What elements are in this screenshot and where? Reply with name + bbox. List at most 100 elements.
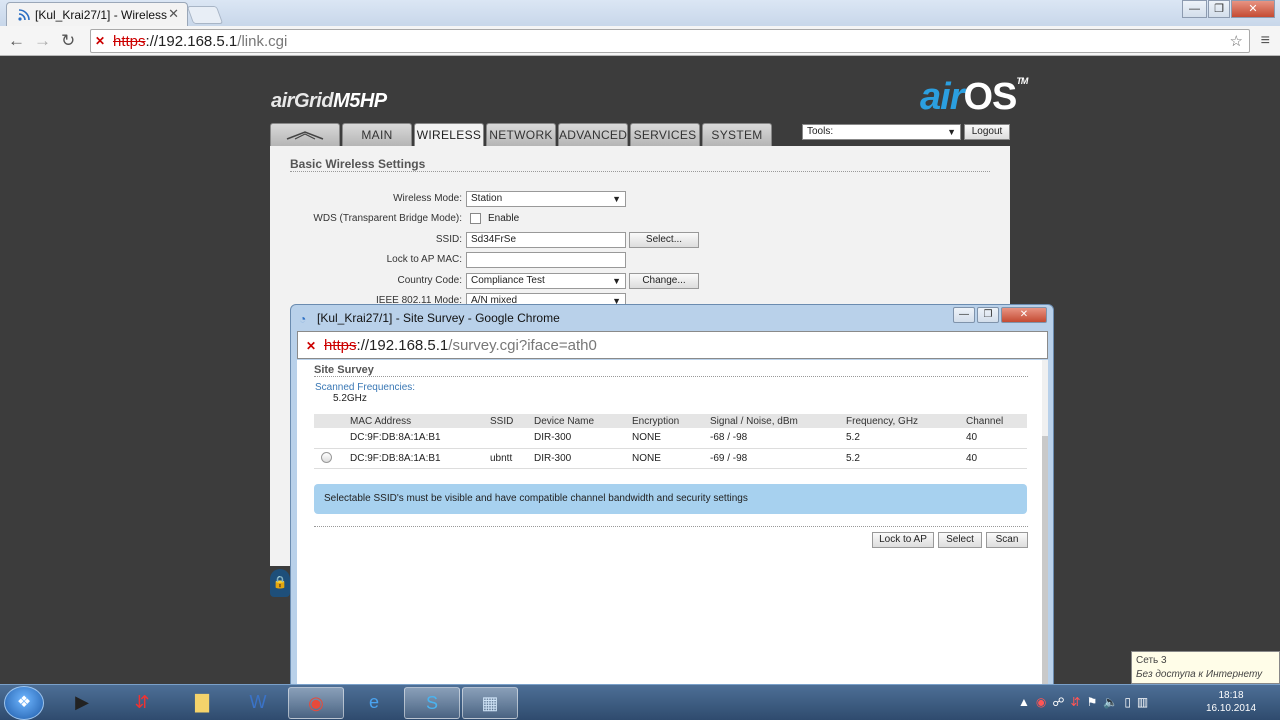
scanned-frequencies-label: Scanned Frequencies: [315,382,416,393]
lock-ap-mac-input[interactable] [466,252,626,268]
internet-explorer-icon[interactable]: e [346,687,402,719]
wireless-mode-label: Wireless Mode: [393,193,462,204]
tools-select[interactable]: Tools: ▼ [802,124,961,140]
forward-arrow-icon[interactable]: → [34,31,51,51]
logout-button[interactable]: Logout [964,124,1010,140]
maximize-button[interactable]: ❐ [1208,0,1230,18]
tab-system[interactable]: SYSTEM [702,123,772,146]
scrollbar-thumb[interactable] [1042,436,1048,686]
column-header: MAC Address [350,414,490,428]
minimize-button[interactable]: — [1182,0,1207,18]
select-ap-radio[interactable] [321,452,332,464]
scrollbar[interactable] [1042,360,1048,686]
wds-label: WDS (Transparent Bridge Mode): [313,213,462,224]
chevron-down-icon: ▼ [612,276,621,286]
site-survey-content: Site Survey Scanned Frequencies: 5.2GHz … [297,360,1048,686]
tab-main[interactable]: MAIN [342,123,412,146]
start-button[interactable]: ❖ [4,686,44,720]
column-header: Channel [966,414,1027,428]
popup-close-button[interactable]: ✕ [1001,307,1047,323]
chevron-down-icon: ▼ [612,194,621,204]
encryption-cell: NONE [632,448,710,469]
clock-date: 16.10.2014 [1205,703,1257,714]
clock[interactable]: 18:18 16.10.2014 [1196,689,1266,715]
media-player-icon[interactable]: ▶ [54,687,110,719]
browser-tab[interactable]: [Kul_Krai27/1] - Wireless ✕ [6,2,188,26]
insecure-lock-icon: ✕ [95,34,106,48]
tab-wireless[interactable]: WIRELESS [414,123,484,147]
clock-time: 18:18 [1218,690,1244,701]
update-icon[interactable]: ⇵ [1071,695,1087,709]
ssid-cell: ubntt [490,448,534,469]
volume-icon[interactable]: 🔈 [1103,695,1124,709]
insecure-lock-icon: ✕ [306,339,317,353]
back-arrow-icon[interactable]: ← [8,31,25,51]
antivirus-icon[interactable]: ◉ [1036,695,1052,709]
show-hidden-icons-icon[interactable]: ▲ [1018,695,1036,709]
tab-ubnt-logo[interactable] [270,123,340,146]
column-header: SSID [490,414,534,428]
scan-button[interactable]: Scan [986,532,1028,548]
airos-logo: airOSTM [920,76,1028,118]
divider [290,171,990,172]
wireless-favicon-icon: ◔ [299,312,307,326]
country-change-button[interactable]: Change... [629,273,699,289]
tab-advanced[interactable]: ADVANCED [558,123,628,146]
frequency-cell: 5.2 [846,448,966,469]
ssid-select-button[interactable]: Select... [629,232,699,248]
divider [314,526,1028,527]
close-window-button[interactable]: ✕ [1231,0,1275,18]
wireless-mode-select[interactable]: Station ▼ [466,191,626,207]
browser-toolbar: ← → ↻ ✕ https://192.168.5.1/link.cgi ☆ ≡ [0,26,1280,56]
wireless-mode-row: Wireless Mode: Station ▼ [270,191,1010,208]
chrome-icon[interactable]: ◉ [288,687,344,719]
wds-row: WDS (Transparent Bridge Mode): Enable [270,211,1010,228]
column-header: Frequency, GHz [846,414,966,428]
ubiquiti-logo-icon [286,131,324,140]
ssid-label: SSID: [435,234,462,245]
encryption-cell: NONE [632,428,710,449]
product-logo: airGridM5HP [271,90,387,112]
flag-icon[interactable]: ⚑ [1087,695,1104,709]
device-cell: DIR-300 [534,448,632,469]
country-select[interactable]: Compliance Test ▼ [466,273,626,289]
site-survey-heading: Site Survey [314,364,374,376]
table-row: DC:9F:DB:8A:1A:B1 ubntt DIR-300 NONE -69… [314,448,1027,469]
download-app-icon[interactable]: ⇵ [114,687,170,719]
network-status: Без доступа к Интернету [1136,669,1263,680]
popup-address-bar[interactable]: ✕ https://192.168.5.1/survey.cgi?iface=a… [297,331,1048,359]
table-row: DC:9F:DB:8A:1A:B1 DIR-300 NONE -68 / -98… [314,428,1027,449]
network-name: Сеть 3 [1136,655,1167,666]
bookmark-star-icon[interactable]: ☆ [1230,32,1243,50]
chrome-menu-icon[interactable]: ≡ [1261,32,1270,50]
reload-icon[interactable]: ↻ [61,31,75,51]
wds-checkbox[interactable] [470,213,481,224]
tab-close-icon[interactable]: ✕ [168,6,179,22]
address-bar[interactable]: ✕ https://192.168.5.1/link.cgi ☆ [90,29,1250,53]
url-text: https://192.168.5.1/link.cgi [113,33,288,50]
survey-table: MAC Address SSID Device Name Encryption … [314,414,1027,469]
tab-network[interactable]: NETWORK [486,123,556,146]
lock-ap-row: Lock to AP MAC: [270,252,1010,269]
skype-icon[interactable]: S [404,687,460,719]
folder-icon[interactable]: ▇ [174,687,230,719]
tab-services[interactable]: SERVICES [630,123,700,146]
scanned-frequencies-value: 5.2GHz [333,393,367,404]
lock-to-ap-button[interactable]: Lock to AP [872,532,934,548]
new-tab-button[interactable] [186,6,224,24]
popup-minimize-button[interactable]: — [953,307,975,323]
frequency-cell: 5.2 [846,428,966,449]
lock-ap-label: Lock to AP MAC: [386,254,462,265]
divider [314,376,1028,377]
lock-badge-icon[interactable]: 🔒 [270,569,290,597]
ssid-input[interactable]: Sd34FrSe [466,232,626,248]
network-icon[interactable]: ☍ [1052,695,1070,709]
select-button[interactable]: Select [938,532,982,548]
signal-cell: -69 / -98 [710,448,846,469]
system-tray: ▲◉☍⇵⚑🔈▯▥ [1018,695,1154,709]
word-icon[interactable]: W [230,687,286,719]
popup-maximize-button[interactable]: ❐ [977,307,999,323]
network-status-icon[interactable]: ▥ [1137,695,1154,709]
device-icon[interactable]: ▯ [1124,695,1137,709]
control-panel-icon[interactable]: ▦ [462,687,518,719]
